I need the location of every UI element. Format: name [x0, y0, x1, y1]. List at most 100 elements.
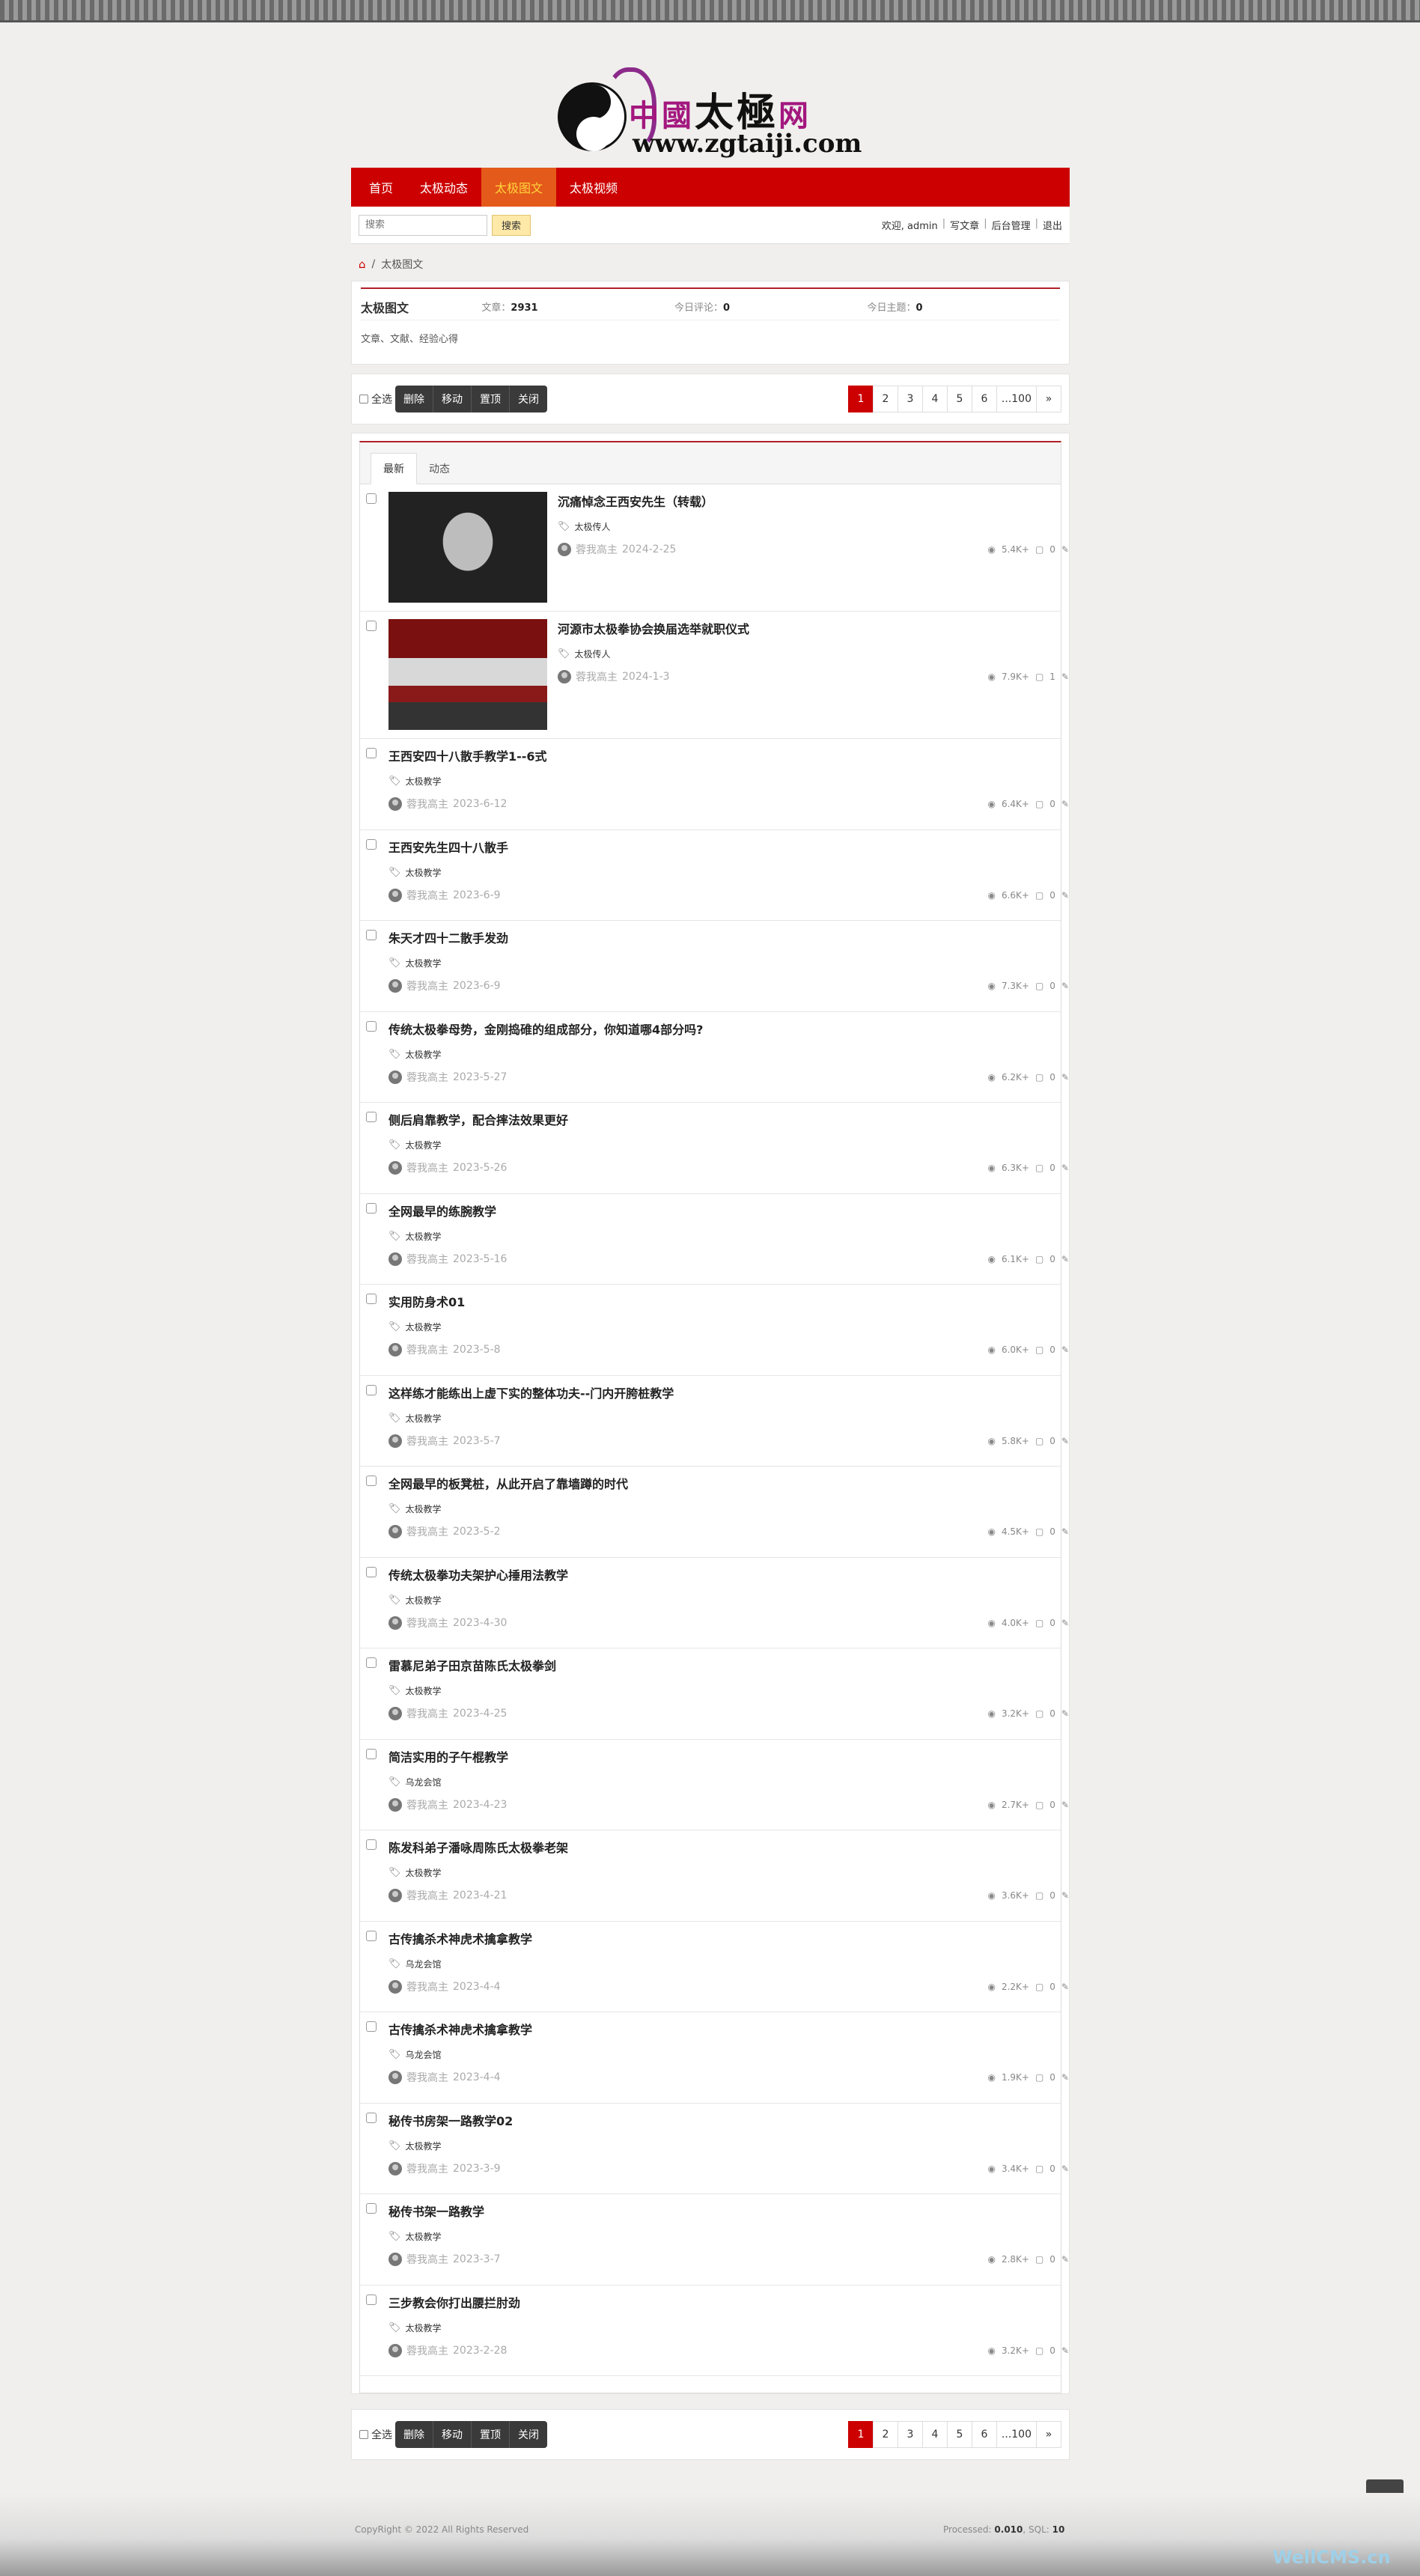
edit-icon[interactable]: ✎ [1061, 1072, 1069, 1083]
thread-checkbox[interactable] [366, 2203, 377, 2214]
avatar[interactable] [388, 1252, 402, 1266]
thread-tag[interactable]: 太极传人 [575, 520, 611, 533]
logout-link[interactable]: 退出 [1043, 218, 1062, 232]
avatar[interactable] [388, 1889, 402, 1902]
page-link[interactable]: 5 [946, 2421, 972, 2448]
thread-checkbox[interactable] [366, 2021, 377, 2032]
page-link[interactable]: 6 [971, 2421, 997, 2448]
avatar[interactable] [388, 797, 402, 811]
table-row[interactable]: 这样练才能练出上虚下实的整体功夫--门内开胯桩教学 🏷 太极教学 蓉我高主 2023-5… [360, 1376, 1069, 1467]
nav-home[interactable]: 首页 [356, 168, 406, 207]
table-row[interactable]: 雷慕尼弟子田京苗陈氏太极拳剑 🏷 太极教学 蓉我高主 2023-4-25 ◉ 3.2K+ ▢ 0… [360, 1648, 1069, 1740]
thread-title[interactable]: 雷慕尼弟子田京苗陈氏太极拳剑 [388, 1656, 1050, 1674]
select-all-checkbox[interactable]: 全选 [359, 392, 392, 407]
thread-tag[interactable]: 太极教学 [406, 1412, 442, 1425]
thread-title[interactable]: 侧后肩靠教学，配合摔法效果更好 [388, 1110, 1050, 1128]
thread-author[interactable]: 蓉我高主 [406, 1070, 448, 1085]
page-link[interactable]: 4 [921, 2421, 948, 2448]
nav-taiji-videos[interactable]: 太极视频 [556, 168, 631, 207]
thread-tag[interactable]: 太极教学 [406, 1139, 442, 1151]
edit-icon[interactable]: ✎ [1061, 1526, 1069, 1537]
avatar[interactable] [388, 1616, 402, 1630]
thread-checkbox[interactable] [366, 1384, 377, 1395]
edit-icon[interactable]: ✎ [1061, 799, 1069, 809]
delete-button[interactable]: 删除 [395, 2421, 433, 2448]
thread-checkbox[interactable] [366, 1657, 377, 1668]
thread-title[interactable]: 古传擒杀术神虎术擒拿教学 [388, 1929, 1050, 1947]
edit-icon[interactable]: ✎ [1061, 2164, 1069, 2174]
thread-checkbox[interactable] [366, 1294, 377, 1304]
thread-title[interactable]: 秘传书房架一路教学02 [388, 2111, 1050, 2129]
thread-checkbox[interactable] [366, 1202, 377, 1214]
avatar[interactable] [558, 543, 571, 556]
tab-latest[interactable]: 最新 [371, 453, 417, 484]
thread-checkbox[interactable] [366, 1112, 377, 1122]
edit-icon[interactable]: ✎ [1061, 1254, 1069, 1264]
thread-tag[interactable]: 太极教学 [406, 1048, 442, 1061]
thread-thumbnail[interactable] [388, 619, 547, 730]
edit-icon[interactable]: ✎ [1061, 1345, 1069, 1355]
avatar[interactable] [388, 2343, 402, 2357]
thread-tag[interactable]: 太极传人 [575, 648, 611, 660]
thread-author[interactable]: 蓉我高主 [406, 1797, 448, 1812]
thread-author[interactable]: 蓉我高主 [406, 888, 448, 903]
thread-author[interactable]: 蓉我高主 [406, 2070, 448, 2085]
thread-title[interactable]: 全网最早的练腕教学 [388, 1202, 1050, 1220]
thread-checkbox[interactable] [366, 1476, 377, 1486]
thread-author[interactable]: 蓉我高主 [406, 1616, 448, 1630]
thread-tag[interactable]: 太极教学 [406, 1866, 442, 1879]
edit-icon[interactable]: ✎ [1061, 2254, 1069, 2265]
avatar[interactable] [388, 1979, 402, 1994]
thread-title[interactable]: 传统太极拳母势，金刚捣碓的组成部分，你知道哪4部分吗? [388, 1020, 1050, 1038]
avatar[interactable] [388, 2161, 402, 2175]
edit-icon[interactable]: ✎ [1061, 1163, 1069, 1173]
pin-button[interactable]: 置顶 [472, 2421, 510, 2448]
thread-tag[interactable]: 太极教学 [406, 1230, 442, 1243]
edit-icon[interactable]: ✎ [1061, 1982, 1069, 1992]
page-link[interactable]: 5 [946, 386, 972, 412]
tab-activity[interactable]: 动态 [417, 454, 462, 484]
home-icon[interactable]: ⌂ [359, 258, 366, 271]
table-row[interactable]: 古传擒杀术神虎术擒拿教学 🏷 乌龙会馆 蓉我高主 2023-4-4 ◉ 2.2K+ ▢ 0 ✎ [360, 1922, 1069, 2012]
search-button[interactable]: 搜索 [492, 214, 531, 236]
thread-checkbox[interactable] [366, 2112, 377, 2123]
close-button[interactable]: 关闭 [510, 2421, 547, 2448]
nav-taiji-news[interactable]: 太极动态 [406, 168, 481, 207]
page-link[interactable]: 2 [872, 386, 898, 412]
edit-icon[interactable]: ✎ [1061, 1436, 1069, 1446]
thread-tag[interactable]: 太极教学 [406, 2140, 442, 2152]
thread-author[interactable]: 蓉我高主 [576, 542, 618, 557]
thread-checkbox[interactable] [366, 1930, 377, 1941]
search-input[interactable] [359, 214, 487, 236]
page-link-last[interactable]: ...100 [996, 386, 1037, 412]
move-button[interactable]: 移动 [433, 2421, 472, 2448]
table-row[interactable]: 侧后肩靠教学，配合摔法效果更好 🏷 太极教学 蓉我高主 2023-5-26 ◉ 6.3K+ ▢… [360, 1103, 1069, 1194]
avatar[interactable] [388, 1707, 402, 1720]
thread-title[interactable]: 简洁实用的子午棍教学 [388, 1747, 1050, 1765]
thread-checkbox[interactable] [366, 2294, 377, 2305]
page-link[interactable]: 1 [847, 2421, 874, 2448]
thread-tag[interactable]: 太极教学 [406, 957, 442, 969]
table-row[interactable]: 全网最早的板凳桩，从此开启了靠墙蹲的时代 🏷 太极教学 蓉我高主 2023-5-2 ◉ 4.… [360, 1467, 1069, 1558]
table-row[interactable]: 古传擒杀术神虎术擒拿教学 🏷 乌龙会馆 蓉我高主 2023-4-4 ◉ 1.9K+ ▢ 0 ✎ [360, 2012, 1069, 2104]
select-all-checkbox[interactable]: 全选 [359, 2427, 392, 2442]
thread-title[interactable]: 王西安先生四十八散手 [388, 838, 1050, 856]
delete-button[interactable]: 删除 [395, 386, 433, 412]
next-page-button[interactable]: » [1036, 2421, 1061, 2448]
table-row[interactable]: 陈发科弟子潘咏周陈氏太极拳老架 🏷 太极教学 蓉我高主 2023-4-21 ◉ 3.6K+ ▢… [360, 1830, 1069, 1922]
edit-icon[interactable]: ✎ [1061, 2345, 1069, 2356]
thread-tag[interactable]: 太极教学 [406, 2230, 442, 2243]
thread-title[interactable]: 实用防身术01 [388, 1292, 1050, 1310]
thread-title[interactable]: 传统太极拳功夫架护心捶用法教学 [388, 1565, 1050, 1583]
table-row[interactable]: 王西安先生四十八散手 🏷 太极教学 蓉我高主 2023-6-9 ◉ 6.6K+ ▢ 0 ✎ [360, 830, 1069, 921]
thread-title[interactable]: 三步教会你打出腰拦肘劲 [388, 2293, 1050, 2311]
close-button[interactable]: 关闭 [510, 386, 547, 412]
pin-button[interactable]: 置顶 [472, 386, 510, 412]
thread-tag[interactable]: 太极教学 [406, 1502, 442, 1515]
table-row[interactable]: 沉痛悼念王西安先生（转载） 🏷 太极传人 蓉我高主 2024-2-25 ◉ 5.4K+ ▢ 0 ✎ [360, 484, 1069, 612]
thread-checkbox[interactable] [366, 493, 377, 504]
thread-checkbox[interactable] [366, 621, 377, 631]
page-link[interactable]: 3 [897, 386, 923, 412]
avatar[interactable] [558, 670, 571, 683]
thread-author[interactable]: 蓉我高主 [406, 1342, 448, 1357]
